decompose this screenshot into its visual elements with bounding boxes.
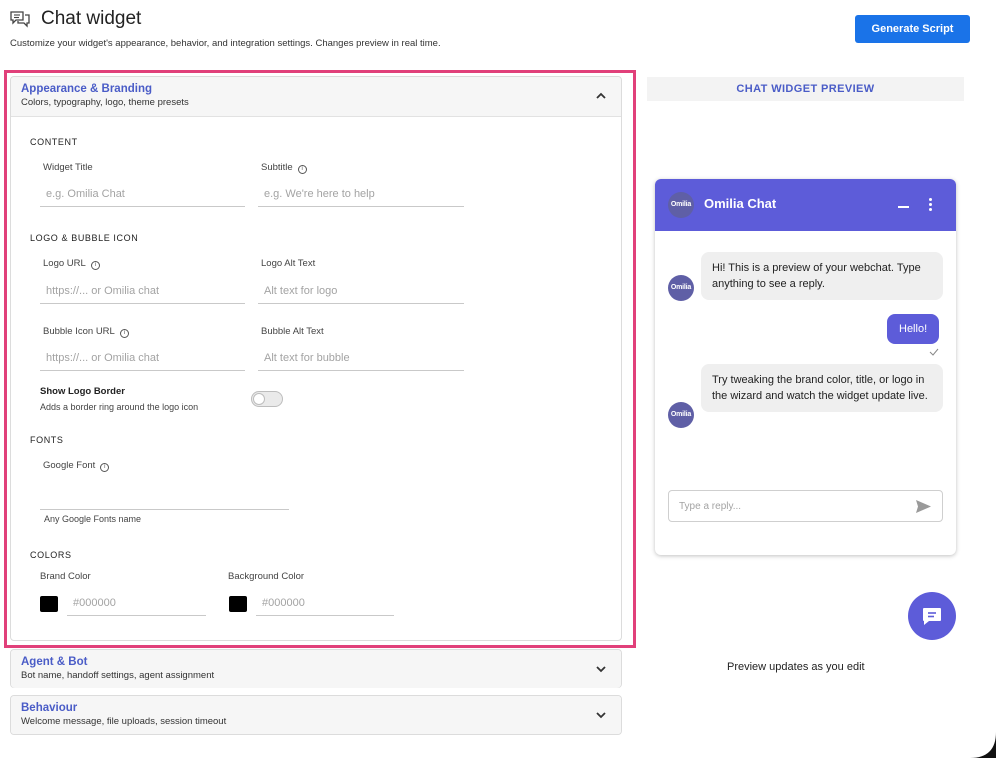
appearance-panel-description: Colors, typography, logo, theme presets [21,97,189,108]
agent-bot-panel-title: Agent & Bot [21,656,88,668]
brand-color-swatch[interactable] [40,596,58,612]
content-section-label: CONTENT [30,137,78,147]
appearance-panel-header[interactable]: Appearance & Branding Colors, typography… [11,77,621,117]
info-icon[interactable]: i [297,165,307,174]
chevron-up-icon[interactable] [595,91,607,101]
send-icon[interactable] [915,499,932,514]
chevron-down-icon[interactable] [595,710,607,720]
brand-color-label: Brand Color [40,571,91,582]
google-font-label: Google Font i [43,460,110,472]
bot-message: Try tweaking the brand color, title, or … [701,364,943,412]
show-logo-border-help: Adds a border ring around the logo icon [40,402,199,412]
bubble-alt-input[interactable] [258,345,464,371]
appearance-panel-title: Appearance & Branding [21,83,152,95]
toggle-knob [253,393,265,405]
preview-header: CHAT WIDGET PREVIEW [647,77,964,101]
widget-header: Omilia Omilia Chat [655,179,956,231]
widget-title: Omilia Chat [704,196,777,211]
bubble-url-label: Bubble Icon URL i [43,326,129,338]
logo-alt-label: Logo Alt Text [261,258,316,269]
behaviour-panel-header[interactable]: Behaviour Welcome message, file uploads,… [11,696,621,734]
bubble-alt-label: Bubble Alt Text [261,326,324,337]
widget-title-label: Widget Title [43,162,93,173]
widget-logo-avatar: Omilia [668,192,694,218]
bot-avatar: Omilia [668,275,694,301]
agent-bot-panel-description: Bot name, handoff settings, agent assign… [21,670,215,681]
info-icon[interactable]: i [90,261,100,270]
info-icon[interactable]: i [100,463,110,472]
brand-color-input[interactable] [67,590,206,616]
preview-footer: Preview updates as you edit [727,661,865,673]
info-icon[interactable]: i [119,329,129,338]
show-logo-border-toggle[interactable] [251,391,283,407]
logo-section-label: LOGO & BUBBLE ICON [30,233,139,243]
chevron-down-icon[interactable] [595,664,607,674]
widget-title-input[interactable] [40,181,245,207]
check-icon [929,348,939,356]
agent-bot-panel-header[interactable]: Agent & Bot Bot name, handoff settings, … [11,650,621,688]
more-options-icon[interactable] [929,198,932,212]
background-color-input[interactable] [256,590,394,616]
generate-script-button[interactable]: Generate Script [855,15,970,43]
user-message: Hello! [887,314,940,344]
chat-bubbles-icon [10,11,30,28]
reply-input-placeholder: Type a reply... [679,501,742,512]
page-subtitle: Customize your widget's appearance, beha… [10,38,441,49]
chat-launcher-button[interactable] [908,592,956,640]
page-title: Chat widget [41,8,142,29]
subtitle-label: Subtitle i [261,162,307,174]
show-logo-border-label: Show Logo Border [40,386,125,397]
google-font-help: Any Google Fonts name [44,514,142,524]
chat-bubble-icon [923,608,941,625]
bot-avatar: Omilia [668,402,694,428]
google-font-input[interactable] [40,484,289,510]
background-color-swatch[interactable] [229,596,247,612]
colors-section-label: COLORS [30,550,72,560]
behaviour-panel: Behaviour Welcome message, file uploads,… [10,695,622,735]
behaviour-panel-description: Welcome message, file uploads, session t… [21,716,227,727]
logo-alt-input[interactable] [258,278,464,304]
window-corner [970,732,996,758]
agent-bot-panel: Agent & Bot Bot name, handoff settings, … [10,649,622,688]
behaviour-panel-title: Behaviour [21,702,78,714]
minimize-icon[interactable] [898,206,909,208]
fonts-section-label: FONTS [30,435,64,445]
chat-widget-preview: Omilia Omilia Chat Omilia Hi! This is a … [655,179,956,555]
reply-input[interactable]: Type a reply... [668,490,943,522]
background-color-label: Background Color [228,571,305,582]
logo-url-label: Logo URL i [43,258,100,270]
logo-url-input[interactable] [40,278,245,304]
subtitle-input[interactable] [258,181,464,207]
bot-message: Hi! This is a preview of your webchat. T… [701,252,943,300]
bubble-url-input[interactable] [40,345,245,371]
